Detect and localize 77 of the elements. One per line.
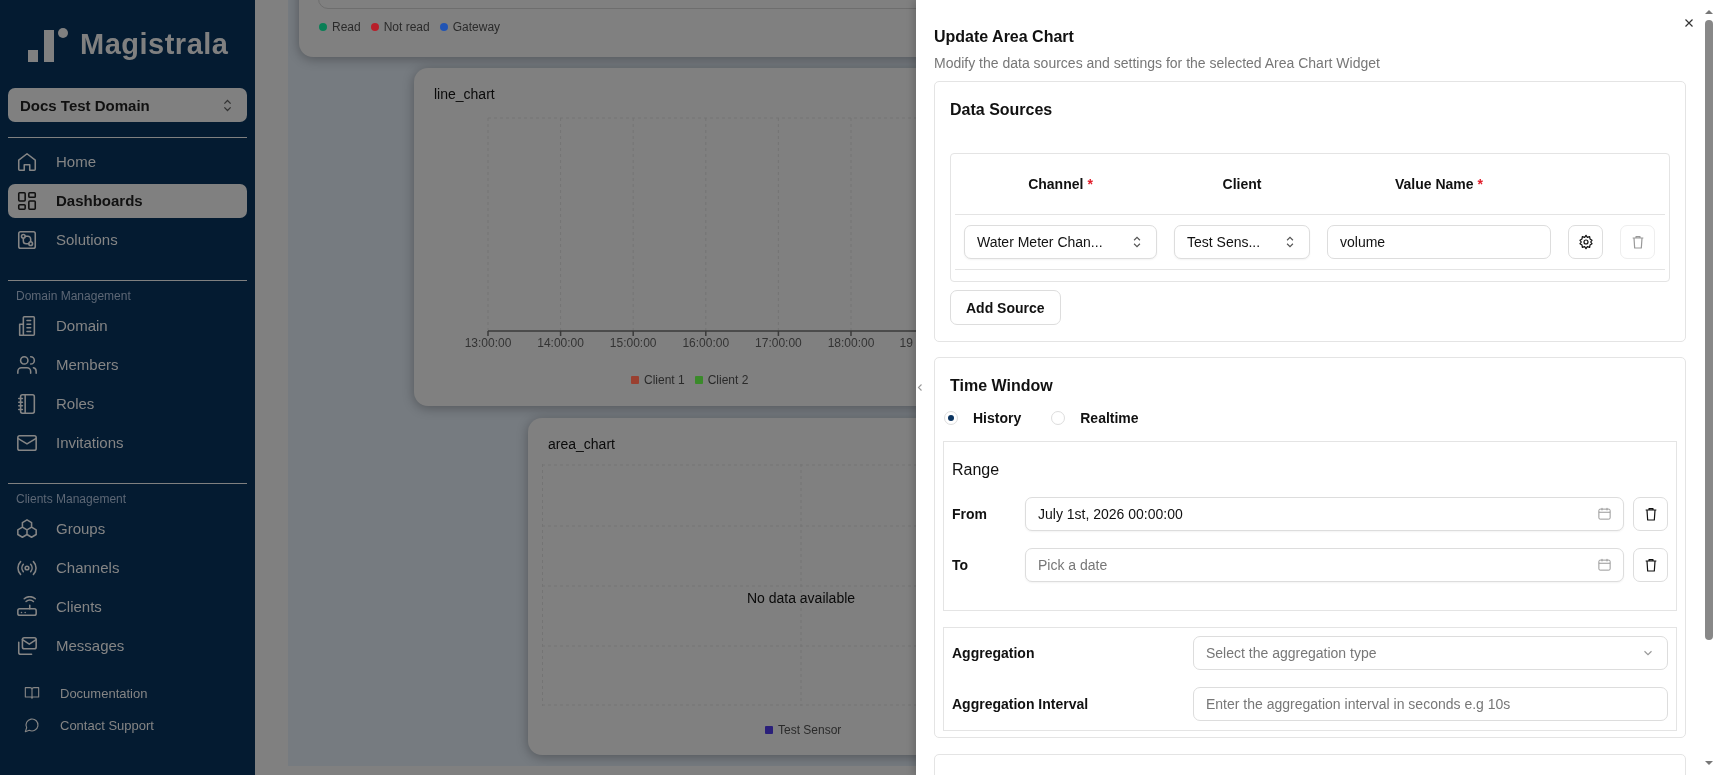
scroll-down-arrow-icon[interactable]: [1703, 759, 1714, 767]
axis-label: 14:00:00: [537, 336, 584, 350]
dashboard-icon: [16, 189, 38, 212]
nav-item[interactable]: Home: [8, 144, 247, 179]
book-icon: [24, 685, 40, 701]
axis-label: 19: [899, 336, 913, 350]
required-asterisk: *: [1477, 176, 1484, 192]
range-title: Range: [952, 461, 1001, 479]
legend-label: Client 1: [644, 373, 685, 387]
delete-button[interactable]: [1633, 497, 1668, 531]
axis-label: 13:00:00: [464, 336, 512, 350]
scroll-up-arrow-icon[interactable]: [1703, 8, 1714, 16]
chevron-left-icon[interactable]: [917, 383, 923, 392]
building-icon: [16, 314, 38, 337]
field-label: From: [952, 506, 988, 522]
widget-title: line_chart: [434, 86, 495, 102]
nav-item[interactable]: Invitations: [8, 425, 247, 460]
channel-select[interactable]: Water Meter Chan...: [964, 225, 1157, 259]
settings-icon: [1577, 234, 1594, 250]
empty-message: No data available: [746, 590, 856, 606]
nav-item[interactable]: Messages: [8, 628, 247, 663]
nav-item[interactable]: Domain: [8, 308, 247, 343]
field-label: Aggregation: [952, 645, 1036, 661]
nav-item[interactable]: Clients: [8, 589, 247, 624]
panel-title: Update Area Chart: [934, 28, 1075, 46]
boxes-icon: [16, 517, 38, 540]
nav-item[interactable]: Members: [8, 347, 247, 382]
legend-label: Gateway: [452, 20, 501, 34]
delete-button[interactable]: [1633, 548, 1668, 582]
legend-label: Test Sensor: [778, 723, 842, 737]
footer-link[interactable]: Documentation: [8, 677, 247, 709]
calendar-icon: [1597, 506, 1612, 521]
required-asterisk: *: [1087, 176, 1093, 192]
nav-item[interactable]: Dashboards: [8, 183, 247, 218]
section-title: Time Window: [950, 377, 1054, 395]
radio-label: History: [973, 410, 1022, 426]
field-label: Aggregation Interval: [952, 696, 1090, 712]
column-header: Client: [1222, 176, 1262, 192]
nav-item[interactable]: Roles: [8, 386, 247, 421]
legend-label: Read: [332, 20, 361, 34]
add-source-button[interactable]: Add Source: [950, 290, 1061, 325]
legend-label: Not read: [383, 20, 430, 34]
home-icon: [16, 150, 38, 173]
client-select[interactable]: Test Sens...: [1174, 225, 1310, 259]
widget-title: area_chart: [548, 436, 615, 452]
messages-icon: [16, 634, 38, 657]
axis-label: 18:00:00: [827, 336, 875, 350]
domain-selector[interactable]: Docs Test Domain: [8, 88, 247, 122]
footer-link[interactable]: Contact Support: [8, 709, 247, 741]
axis-label: 16:00:00: [682, 336, 730, 350]
date-field[interactable]: Pick a date: [1025, 548, 1624, 582]
column-header: Channel: [1028, 176, 1084, 192]
panel-description: Modify the data sources and settings for the selected Area Chart Widget: [934, 55, 1381, 71]
calendar-icon: [1597, 557, 1612, 572]
nav-item[interactable]: Channels: [8, 550, 247, 585]
field-label: To: [952, 557, 970, 573]
notebook-icon: [16, 392, 38, 415]
nav-item[interactable]: Groups: [8, 511, 247, 546]
workflow-icon: [16, 228, 38, 251]
chat-icon: [24, 717, 40, 733]
legend-label: Client 2: [707, 373, 749, 387]
settings-button[interactable]: [1568, 225, 1603, 259]
nav-item[interactable]: Solutions: [8, 222, 247, 257]
aggregation-select[interactable]: Select the aggregation type: [1193, 636, 1668, 670]
interval-field[interactable]: Enter the aggregation interval in seconds e.g 10s: [1193, 687, 1668, 721]
column-header: Value Name: [1394, 176, 1474, 192]
axis-label: 15:00:00: [609, 336, 657, 350]
date-field[interactable]: July 1st, 2026 00:00:00: [1025, 497, 1624, 531]
users-icon: [16, 353, 38, 376]
brand-name: Magistrala: [80, 27, 229, 61]
section-title: Data Sources: [950, 101, 1054, 119]
section-heading: Clients Management: [15, 491, 128, 508]
axis-label: 17:00:00: [755, 336, 802, 350]
router-icon: [16, 595, 38, 618]
section-heading: Domain Management: [15, 288, 132, 305]
radio-label: Realtime: [1080, 410, 1139, 426]
value-name-field[interactable]: volume: [1327, 225, 1551, 259]
